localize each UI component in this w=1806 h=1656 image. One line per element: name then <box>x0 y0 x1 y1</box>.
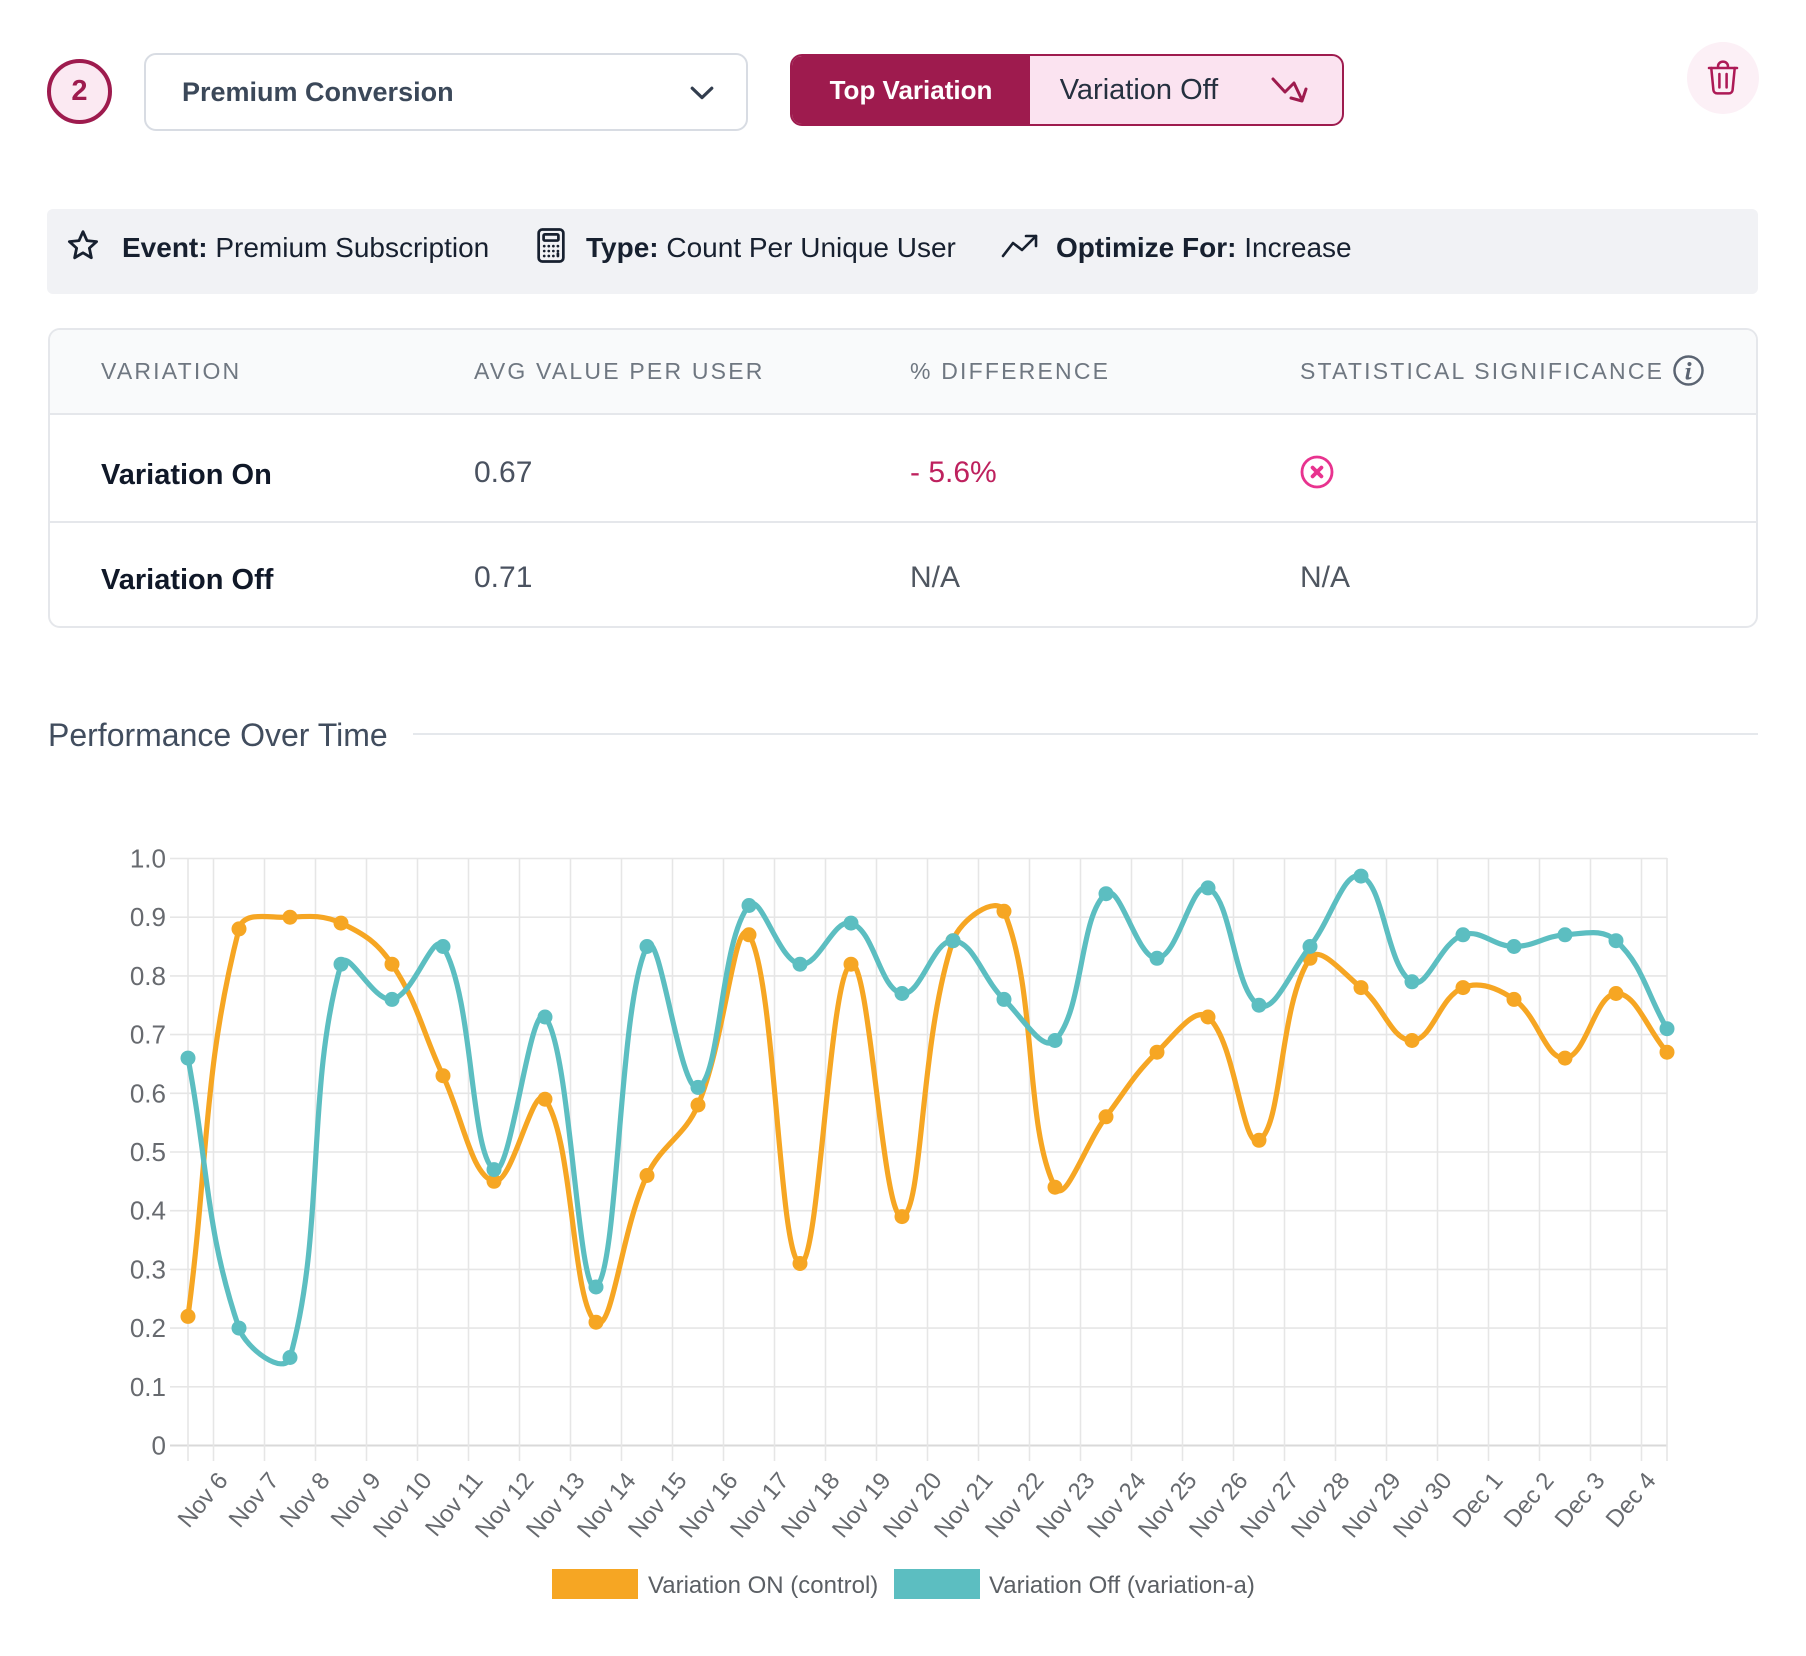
svg-text:0.5: 0.5 <box>130 1137 166 1167</box>
svg-text:0.6: 0.6 <box>130 1078 166 1108</box>
svg-text:Dec 4: Dec 4 <box>1601 1468 1662 1533</box>
svg-text:0: 0 <box>152 1431 166 1461</box>
svg-text:Variation Off (variation-a): Variation Off (variation-a) <box>989 1572 1255 1599</box>
svg-text:Variation ON (control): Variation ON (control) <box>648 1572 878 1599</box>
svg-text:0.9: 0.9 <box>130 902 166 932</box>
svg-text:0.3: 0.3 <box>130 1254 166 1284</box>
svg-text:Dec 2: Dec 2 <box>1499 1468 1560 1533</box>
svg-text:Nov 8: Nov 8 <box>275 1468 336 1533</box>
svg-text:Dec 3: Dec 3 <box>1550 1468 1611 1533</box>
svg-text:0.2: 0.2 <box>130 1313 166 1343</box>
svg-text:0.8: 0.8 <box>130 961 166 991</box>
svg-text:Nov 6: Nov 6 <box>173 1468 234 1533</box>
svg-text:0.7: 0.7 <box>130 1020 166 1050</box>
svg-text:1.0: 1.0 <box>130 844 166 874</box>
svg-text:0.4: 0.4 <box>130 1196 166 1226</box>
svg-text:0.1: 0.1 <box>130 1372 166 1402</box>
svg-text:Nov 7: Nov 7 <box>224 1468 285 1533</box>
svg-text:Dec 1: Dec 1 <box>1448 1468 1509 1533</box>
